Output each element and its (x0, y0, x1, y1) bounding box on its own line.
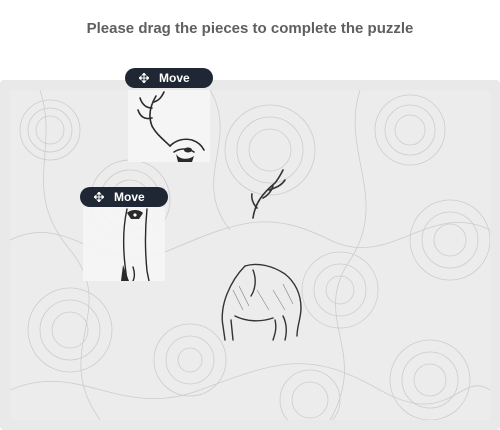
deer-head-illustration (137, 91, 205, 162)
move-arrows-icon (139, 73, 149, 83)
background-scribble-pattern (10, 90, 490, 420)
move-handle-piece-2[interactable]: Move (80, 187, 168, 207)
deer-body-slot-drawing (221, 263, 302, 341)
puzzle-instruction: Please drag the pieces to complete the p… (86, 20, 414, 37)
antler-slot-drawing (250, 169, 286, 219)
puzzle-piece-neck[interactable] (83, 207, 165, 281)
puzzle-board (10, 90, 490, 420)
move-handle-piece-1[interactable]: Move (125, 68, 213, 88)
move-label: Move (159, 71, 190, 85)
move-arrows-icon (94, 192, 104, 202)
puzzle-piece-head[interactable] (128, 90, 210, 162)
move-label: Move (114, 190, 145, 204)
deer-neck-illustration (121, 208, 150, 281)
